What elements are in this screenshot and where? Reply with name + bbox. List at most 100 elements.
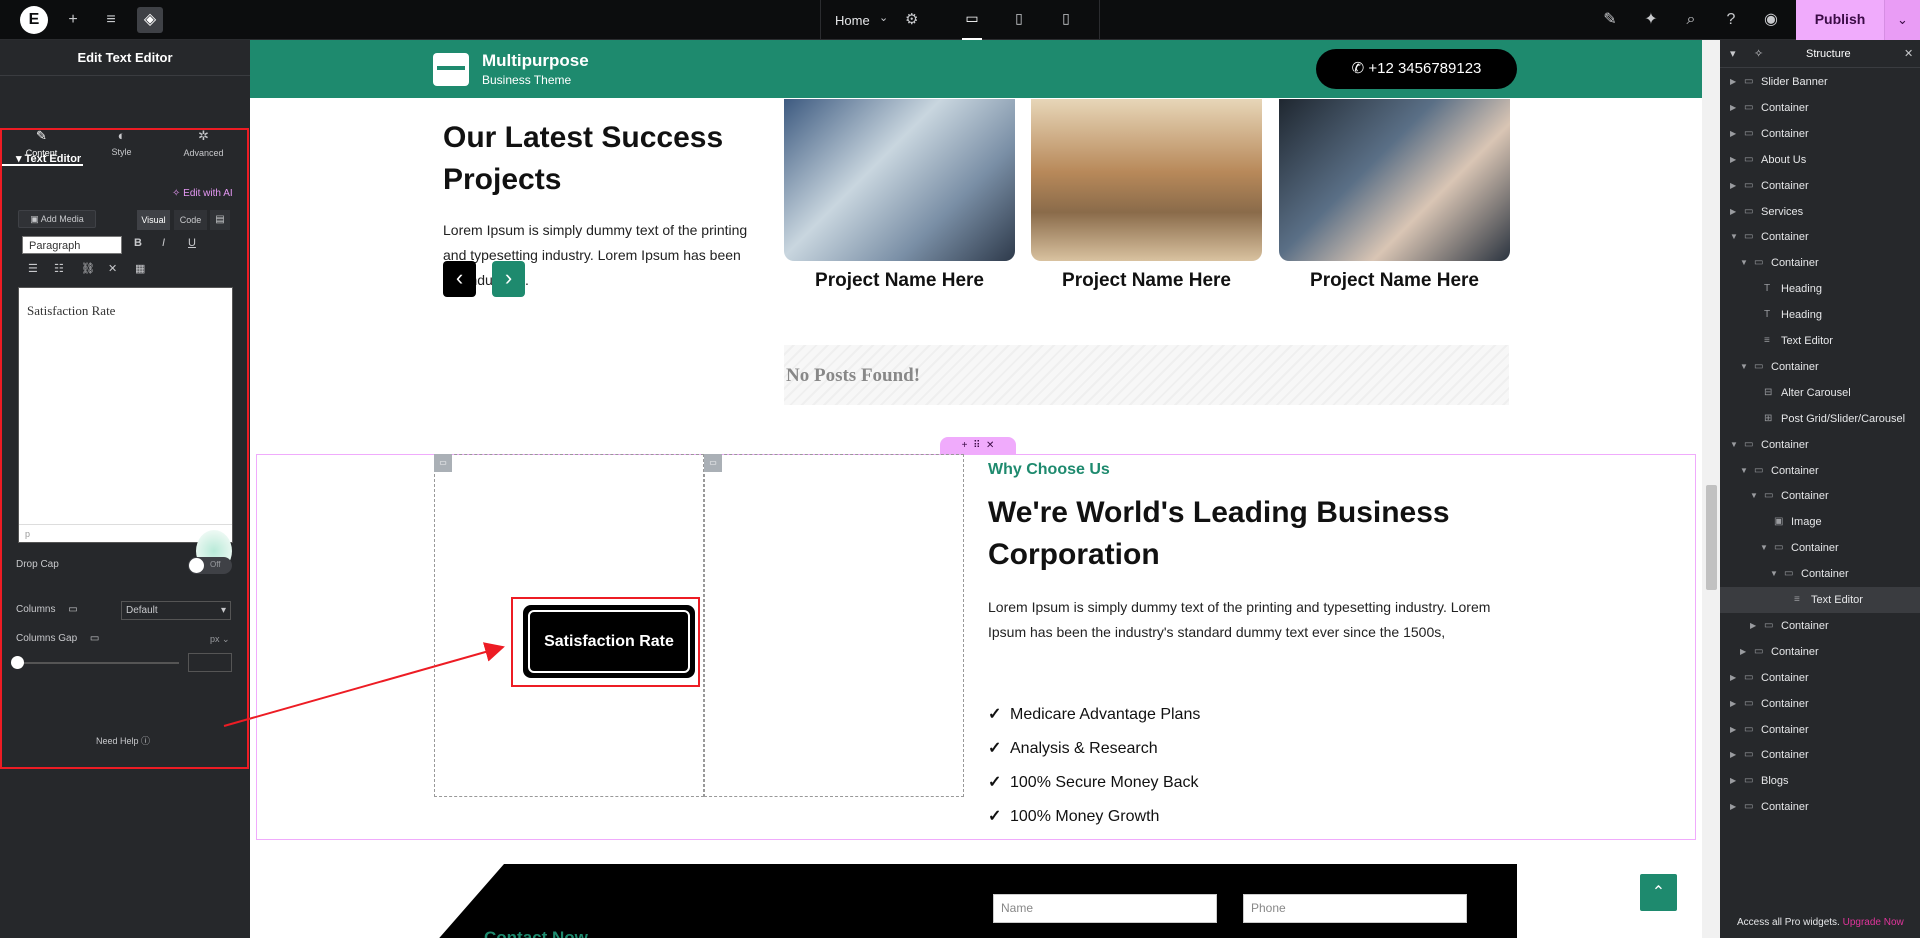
- unit-select[interactable]: px ⌄: [210, 634, 230, 645]
- structure-item[interactable]: ▶ ▭ Container: [1720, 95, 1920, 121]
- caret-down-icon[interactable]: ▼: [1750, 483, 1758, 509]
- notifications-icon[interactable]: ✦: [1638, 7, 1664, 33]
- delete-section-icon[interactable]: ✕: [986, 440, 994, 451]
- structure-item[interactable]: ▶ ▭ Container: [1720, 173, 1920, 199]
- caret-down-icon[interactable]: ▼: [1760, 535, 1768, 561]
- ai-sparkle-icon[interactable]: ✧: [1754, 47, 1763, 60]
- caret-right-icon[interactable]: ▶: [1730, 95, 1736, 121]
- container-handle-icon[interactable]: ▭: [704, 454, 722, 472]
- structure-item[interactable]: T Heading: [1720, 276, 1920, 302]
- project-name[interactable]: Project Name Here: [1031, 270, 1262, 292]
- numbered-list-icon[interactable]: ☷: [54, 262, 64, 275]
- structure-item[interactable]: ▶ ▭ Container: [1720, 613, 1920, 639]
- site-settings-icon[interactable]: ≡: [98, 7, 124, 33]
- structure-item[interactable]: ▼ ▭ Container: [1720, 224, 1920, 250]
- structure-item[interactable]: ▶ ▭ Services: [1720, 199, 1920, 225]
- page-settings-gear-icon[interactable]: ⚙: [905, 10, 918, 28]
- project-image-construction[interactable]: [1031, 99, 1262, 261]
- add-element-icon[interactable]: +: [60, 7, 86, 33]
- caret-down-icon[interactable]: ▼: [1730, 432, 1738, 458]
- columns-gap-input[interactable]: [188, 653, 232, 672]
- desktop-icon[interactable]: ▭: [962, 10, 982, 40]
- help-icon[interactable]: ?: [1718, 7, 1744, 33]
- structure-item[interactable]: ▶ ▭ Container: [1720, 691, 1920, 717]
- tablet-icon[interactable]: ▯: [1009, 10, 1029, 30]
- container-handle-icon[interactable]: ▭: [434, 454, 452, 472]
- paragraph-select[interactable]: Paragraph: [22, 236, 122, 254]
- publish-dropdown-chevron-icon[interactable]: ⌄: [1884, 0, 1920, 40]
- caret-right-icon[interactable]: ▶: [1730, 717, 1736, 743]
- columns-gap-slider[interactable]: [17, 662, 179, 664]
- elementor-logo-icon[interactable]: E: [20, 6, 48, 34]
- structure-item[interactable]: ⊟ Alter Carousel: [1720, 380, 1920, 406]
- structure-item[interactable]: ⊞ Post Grid/Slider/Carousel: [1720, 406, 1920, 432]
- structure-item[interactable]: ▶ ▭ Container: [1720, 794, 1920, 820]
- structure-item[interactable]: ▶ ▭ Blogs: [1720, 768, 1920, 794]
- brand-name[interactable]: Multipurpose: [482, 51, 589, 71]
- bold-icon[interactable]: B: [134, 237, 142, 249]
- structure-item[interactable]: ≡ Text Editor: [1720, 587, 1920, 613]
- column-container[interactable]: [704, 454, 964, 797]
- caret-right-icon[interactable]: ▶: [1740, 639, 1746, 665]
- project-name[interactable]: Project Name Here: [1279, 270, 1510, 292]
- publish-button[interactable]: Publish: [1796, 0, 1884, 40]
- upgrade-link[interactable]: Upgrade Now: [1843, 917, 1904, 928]
- search-icon[interactable]: ⌕: [1678, 7, 1704, 33]
- caret-right-icon[interactable]: ▶: [1730, 691, 1736, 717]
- structure-item[interactable]: ≡ Text Editor: [1720, 328, 1920, 354]
- section-header-text-editor[interactable]: ▾ Text Editor: [16, 152, 81, 165]
- underline-icon[interactable]: U: [188, 237, 196, 249]
- structure-item[interactable]: ▶ ▭ Container: [1720, 639, 1920, 665]
- paint-icon[interactable]: ✎: [1597, 7, 1623, 33]
- project-name[interactable]: Project Name Here: [784, 270, 1015, 292]
- toolbar-toggle-icon[interactable]: ▦: [135, 262, 145, 275]
- structure-item[interactable]: ▶ ▭ Slider Banner: [1720, 69, 1920, 95]
- bullet-list-icon[interactable]: ☰: [28, 262, 38, 275]
- editor-content[interactable]: Satisfaction Rate: [27, 303, 115, 319]
- structure-item[interactable]: ▣ Image: [1720, 509, 1920, 535]
- caret-right-icon[interactable]: ▶: [1730, 121, 1736, 147]
- structure-item[interactable]: ▼ ▭ Container: [1720, 535, 1920, 561]
- caret-down-icon[interactable]: ▼: [1740, 458, 1748, 484]
- tab-visual[interactable]: Visual: [137, 210, 170, 230]
- add-media-button[interactable]: ▣ Add Media: [18, 210, 96, 228]
- caret-right-icon[interactable]: ▶: [1730, 147, 1736, 173]
- drop-cap-toggle[interactable]: Off: [188, 557, 232, 574]
- desktop-icon[interactable]: ▭: [68, 604, 77, 615]
- slider-handle[interactable]: [11, 656, 24, 669]
- structure-item[interactable]: ▶ ▭ Container: [1720, 742, 1920, 768]
- structure-icon[interactable]: ◈: [137, 7, 163, 33]
- edit-with-ai-link[interactable]: ✧ Edit with AI: [172, 188, 233, 199]
- caret-down-icon[interactable]: ▼: [1740, 354, 1748, 380]
- name-field[interactable]: Name: [993, 894, 1217, 923]
- mobile-icon[interactable]: ▯: [1056, 10, 1076, 30]
- carousel-prev-button[interactable]: ‹: [443, 261, 476, 297]
- structure-item[interactable]: ▼ ▭ Container: [1720, 354, 1920, 380]
- phone-button[interactable]: ✆ +12 3456789123: [1316, 49, 1517, 89]
- caret-right-icon[interactable]: ▶: [1730, 173, 1736, 199]
- structure-item[interactable]: ▶ ▭ Container: [1720, 665, 1920, 691]
- scrollbar-thumb[interactable]: [1706, 485, 1717, 590]
- caret-right-icon[interactable]: ▶: [1730, 665, 1736, 691]
- tab-code[interactable]: Code: [174, 210, 207, 230]
- preview-eye-icon[interactable]: ◉: [1758, 7, 1784, 33]
- project-image-lab[interactable]: [784, 99, 1015, 261]
- fullscreen-icon[interactable]: ✕: [108, 262, 117, 275]
- structure-item[interactable]: ▼ ▭ Container: [1720, 250, 1920, 276]
- drag-icon[interactable]: ⠿: [973, 440, 980, 451]
- chevron-down-icon[interactable]: ⌄: [879, 11, 888, 24]
- structure-item[interactable]: ▶ ▭ About Us: [1720, 147, 1920, 173]
- desktop-icon[interactable]: ▭: [90, 633, 99, 644]
- caret-right-icon[interactable]: ▶: [1750, 613, 1756, 639]
- page-name[interactable]: Home: [835, 13, 870, 28]
- text-editor-area[interactable]: Satisfaction Rate p: [18, 287, 233, 543]
- caret-right-icon[interactable]: ▶: [1730, 69, 1736, 95]
- caret-right-icon[interactable]: ▶: [1730, 794, 1736, 820]
- caret-down-icon[interactable]: ▼: [1770, 561, 1778, 587]
- toolbar-toggle-icon[interactable]: ▤: [210, 210, 230, 230]
- collapse-all-icon[interactable]: ▾: [1730, 47, 1736, 60]
- structure-item[interactable]: ▼ ▭ Container: [1720, 561, 1920, 587]
- project-image-office[interactable]: [1279, 99, 1510, 261]
- structure-item[interactable]: ▶ ▭ Container: [1720, 121, 1920, 147]
- columns-select[interactable]: Default ▾: [121, 601, 231, 620]
